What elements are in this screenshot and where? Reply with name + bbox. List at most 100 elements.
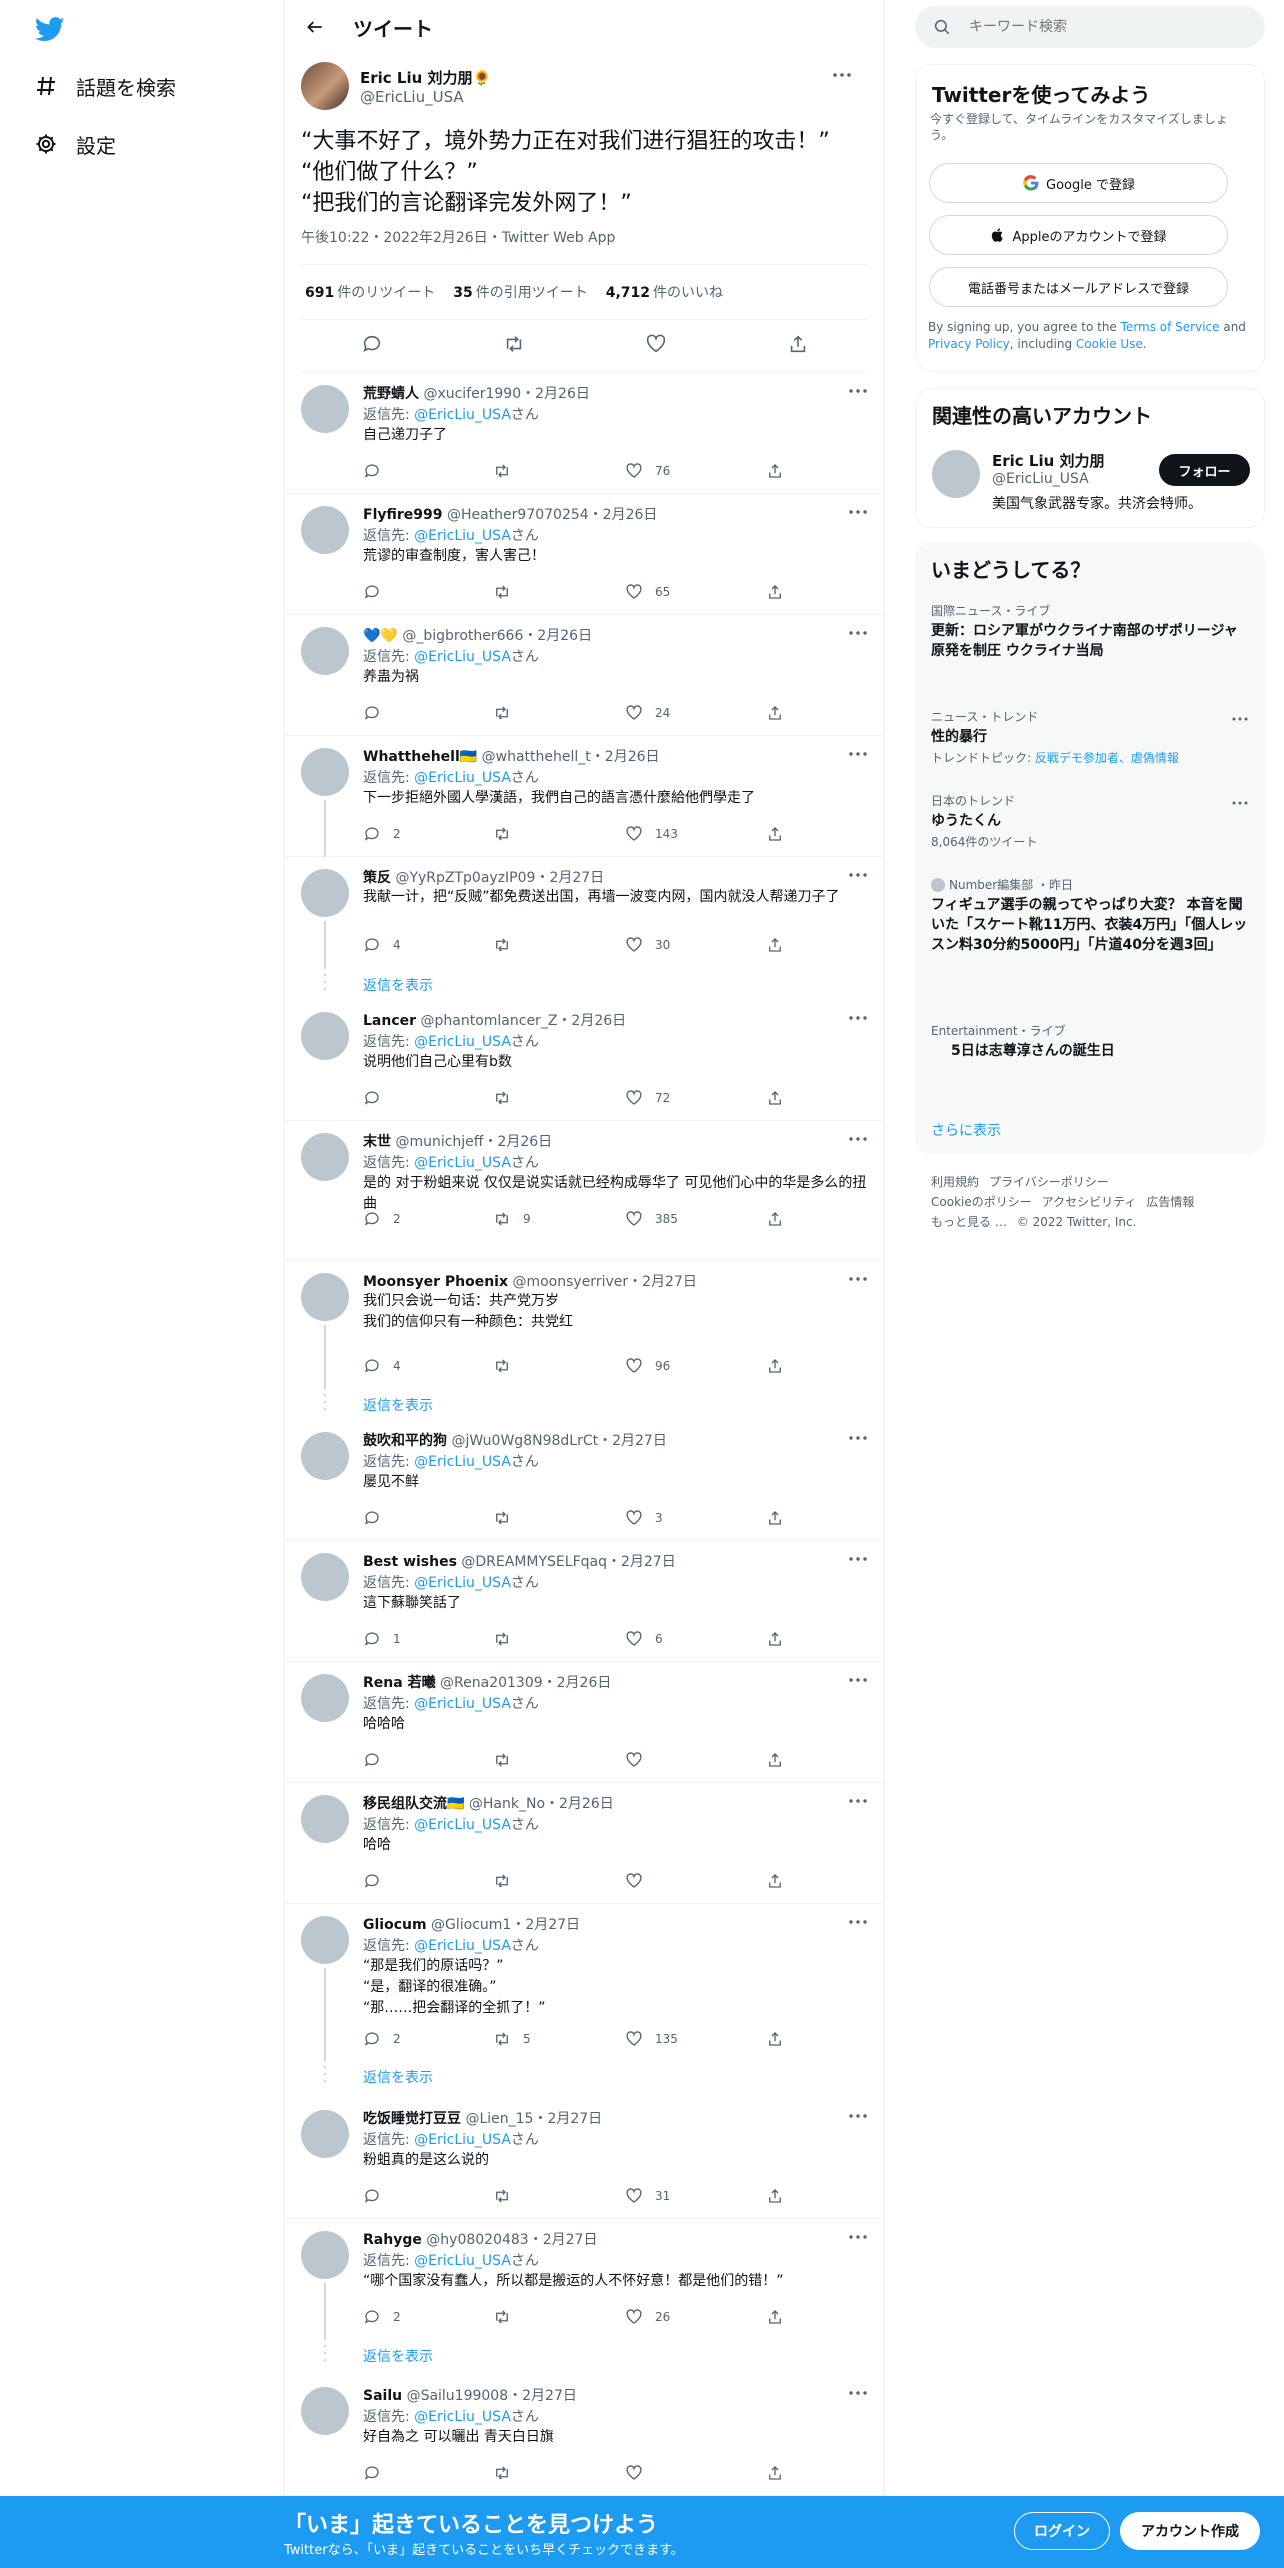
reply-author-name[interactable]: Rena 若曦 [363,1675,436,1691]
retweet-action[interactable] [493,2186,523,2206]
share-action[interactable] [766,2307,784,2327]
reply-date[interactable]: 2月27日 [621,1554,676,1570]
share-action[interactable] [766,1750,784,1770]
reply-icon[interactable] [361,333,383,359]
avatar[interactable] [301,1012,349,1060]
more-icon[interactable] [847,1551,869,1567]
reply-date[interactable]: 2月27日 [612,1433,667,1449]
reply-action[interactable] [363,703,393,723]
avatar[interactable] [301,2387,349,2435]
reply-author-handle[interactable]: @Heather97070254 [447,507,589,523]
replying-to-link[interactable]: @EricLiu_USA [414,770,511,786]
likes-stat[interactable]: 4,712 件のいいね [606,282,723,302]
show-replies-link[interactable]: 返信を表示 [363,1395,433,1415]
more-icon[interactable] [831,66,853,84]
avatar[interactable] [301,1916,349,1964]
more-icon[interactable] [847,504,869,520]
replying-to-link[interactable]: @EricLiu_USA [414,1454,511,1470]
more-icon[interactable] [1231,798,1249,808]
reply-author-handle[interactable]: @xucifer1990 [423,386,521,402]
phone-email-signup-button[interactable]: 電話番号またはメールアドレスで登録 [929,267,1228,307]
replying-to-link[interactable]: @EricLiu_USA [414,1155,511,1171]
like-icon[interactable] [645,333,667,359]
reply-author-name[interactable]: 💙💛 [363,628,398,644]
more-icon[interactable] [847,867,869,883]
share-action[interactable] [766,703,784,723]
reply-tweet[interactable]: Sailu @Sailu199008・2月27日 返信先: @EricLiu_US… [285,2375,885,2496]
like-action[interactable] [625,1871,655,1891]
reply-date[interactable]: 2月27日 [525,1917,580,1933]
replying-to-link[interactable]: @EricLiu_USA [414,1817,511,1833]
footer-link[interactable]: 広告情報 [1146,1195,1194,1209]
replying-to-link[interactable]: @EricLiu_USA [414,407,511,423]
reply-author-handle[interactable]: @DREAMMYSELFqaq [461,1554,607,1570]
reply-author-handle[interactable]: @Gliocum1 [431,1917,511,1933]
reply-tweet[interactable]: Whatthehell🇺🇦 @whatthehell_t・2月26日 返信先: @… [285,736,885,857]
trend-item[interactable]: ニュース・トレンド 性的暴行 トレンドトピック: 反戦デモ参加者、虐偽情報 [931,708,1249,766]
account-name[interactable]: Eric Liu 刘力朋 [992,450,1105,471]
reply-author-handle[interactable]: @hy08020483 [426,2232,528,2248]
reply-action[interactable]: 2 [363,2029,401,2049]
back-arrow-icon[interactable] [297,9,333,45]
reply-tweet[interactable]: Rahyge @hy08020483・2月27日 返信先: @EricLiu_US… [285,2219,885,2375]
reply-action[interactable]: 2 [363,824,401,844]
share-action[interactable] [766,935,784,955]
trend-item[interactable]: Entertainment・ライブ 5日は志尊淳さんの誕生日 [931,1022,1249,1061]
retweet-action[interactable] [493,824,523,844]
footer-link[interactable]: もっと見る … [931,1215,1007,1229]
reply-date[interactable]: 2月27日 [543,2232,598,2248]
reply-author-name[interactable]: 鼓吹和平的狗 [363,1433,447,1449]
like-action[interactable]: 96 [625,1356,670,1376]
reply-date[interactable]: 2月27日 [547,2111,602,2127]
avatar[interactable] [301,1133,349,1181]
retweet-action[interactable] [493,1871,523,1891]
like-action[interactable]: 76 [625,461,670,481]
reply-action[interactable] [363,2186,393,2206]
reply-author-name[interactable]: Best wishes [363,1554,457,1570]
avatar[interactable] [301,869,349,917]
replying-to-link[interactable]: @EricLiu_USA [414,2132,511,2148]
signup-button[interactable]: アカウント作成 [1120,2512,1260,2550]
like-action[interactable]: 3 [625,1508,663,1528]
cookie-use-link[interactable]: Cookie Use [1076,337,1143,351]
replying-to-link[interactable]: @EricLiu_USA [414,649,511,665]
reply-action[interactable] [363,461,393,481]
author-handle[interactable]: @EricLiu_USA [360,88,464,106]
reply-date[interactable]: 2月27日 [522,2388,577,2404]
reply-action[interactable] [363,1508,393,1528]
show-more-link[interactable]: さらに表示 [931,1120,1001,1140]
avatar[interactable] [301,1795,349,1843]
reply-author-handle[interactable]: @Lien_15 [465,2111,533,2127]
replying-to-link[interactable]: @EricLiu_USA [414,1034,511,1050]
avatar[interactable] [301,2231,349,2279]
share-action[interactable] [766,1356,784,1376]
reply-action[interactable] [363,1750,393,1770]
quotes-stat[interactable]: 35 件の引用ツイート [453,282,587,302]
more-icon[interactable] [847,1793,869,1809]
reply-author-name[interactable]: Moonsyer Phoenix [363,1274,508,1290]
reply-author-handle[interactable]: @whatthehell_t [482,749,591,765]
reply-author-name[interactable]: Lancer [363,1013,416,1029]
like-action[interactable]: 143 [625,824,678,844]
reply-tweet[interactable]: 鼓吹和平的狗 @jWu0Wg8N98dLrCt・2月27日 返信先: @EricL… [285,1420,885,1541]
avatar[interactable] [301,506,349,554]
share-action[interactable] [766,2463,784,2483]
retweet-action[interactable] [493,1508,523,1528]
avatar[interactable] [301,627,349,675]
share-action[interactable] [766,2186,784,2206]
reply-author-handle[interactable]: @phantomlancer_Z [421,1013,558,1029]
reply-author-handle[interactable]: @Sailu199008 [407,2388,509,2404]
share-action[interactable] [766,824,784,844]
avatar[interactable] [301,748,349,796]
more-icon[interactable] [847,1430,869,1446]
reply-action[interactable]: 4 [363,1356,401,1376]
search-box[interactable] [915,6,1265,48]
more-icon[interactable] [1231,714,1249,724]
avatar[interactable] [932,450,980,498]
footer-link[interactable]: プライバシーポリシー [989,1175,1109,1189]
privacy-policy-link[interactable]: Privacy Policy [928,337,1010,351]
trend-item[interactable]: 国際ニュース・ライブ 更新：ロシア軍がウクライナ南部のザポリージャ原発を制圧 ウ… [931,602,1249,661]
more-icon[interactable] [847,2229,869,2245]
share-action[interactable] [766,1508,784,1528]
reply-date[interactable]: 2月26日 [535,386,590,402]
